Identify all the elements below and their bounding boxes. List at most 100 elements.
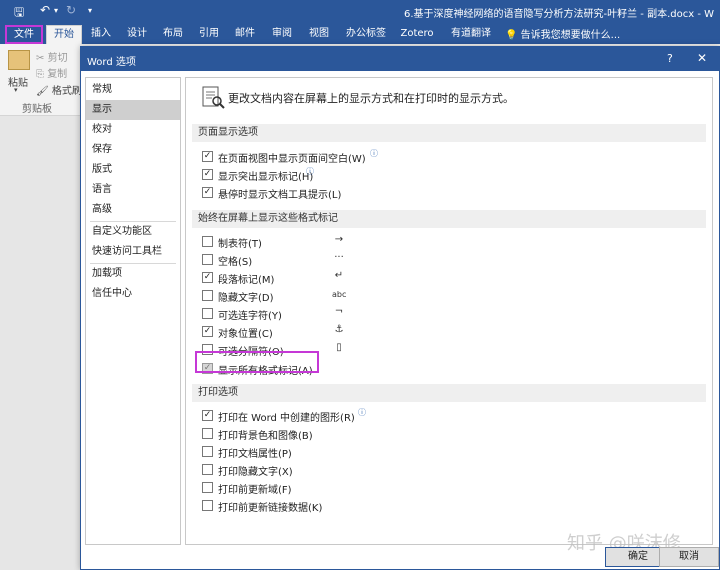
option-label: 显示突出显示标记(H) <box>218 172 314 183</box>
brush-icon: 🖌 <box>36 86 49 97</box>
tab-references[interactable]: 引用 <box>192 25 226 44</box>
option-label: 打印文档属性(P) <box>218 449 292 460</box>
checkbox[interactable]: ✓ <box>202 169 213 180</box>
section-printing: 打印选项 <box>192 384 706 402</box>
option-label: 打印前更新域(F) <box>218 485 292 496</box>
tab-youdao[interactable]: 有道翻译 <box>444 25 498 44</box>
option-label: 对象位置(C) <box>218 329 273 340</box>
help-icon[interactable]: ? <box>667 52 673 65</box>
checkbox[interactable] <box>202 482 213 493</box>
checkbox[interactable] <box>202 254 213 265</box>
tab-review[interactable]: 审阅 <box>264 25 300 44</box>
checkbox[interactable] <box>202 428 213 439</box>
checkbox[interactable] <box>202 446 213 457</box>
copy-button[interactable]: ⎘ 复制 <box>36 65 67 80</box>
category-layout[interactable]: 版式 <box>86 160 180 180</box>
anchor-icon: ⚓ <box>334 324 344 335</box>
checkbox[interactable]: ✓ <box>202 187 213 198</box>
info-icon: ⓘ <box>370 149 378 158</box>
tab-view[interactable]: 视图 <box>302 25 336 44</box>
clipboard-group-label: 剪贴板 <box>22 104 52 115</box>
space-mark-icon: ··· <box>334 252 344 263</box>
option-label: 空格(S) <box>218 257 253 268</box>
option-label: 打印前更新链接数据(K) <box>218 503 323 514</box>
document-title: 6.基于深度神经网络的语音隐写分析方法研究-叶籽兰 - 副本.docx - W <box>403 9 714 20</box>
cancel-button[interactable]: 取消 <box>659 547 719 567</box>
info-icon: ⓘ <box>358 408 366 417</box>
cut-button[interactable]: ✂ 剪切 <box>36 49 68 64</box>
option-label: 打印背景色和图像(B) <box>218 431 313 442</box>
tab-insert[interactable]: 插入 <box>84 25 118 44</box>
paste-dropdown-icon[interactable]: ▾ <box>14 86 18 94</box>
display-page-icon <box>202 86 225 109</box>
category-customize-ribbon[interactable]: 自定义功能区 <box>86 222 180 242</box>
tab-mailings[interactable]: 邮件 <box>228 25 262 44</box>
save-icon[interactable]: 🖫 <box>14 3 24 24</box>
scissors-icon: ✂ <box>36 53 45 64</box>
checkbox[interactable]: ✓ <box>202 410 213 421</box>
tab-home[interactable]: 开始 <box>46 25 82 44</box>
checkbox[interactable] <box>202 290 213 301</box>
highlight-annotation <box>195 351 319 373</box>
display-options-pane: 更改文档内容在屏幕上的显示方式和在打印时的显示方式。 页面显示选项 ✓ 在页面视… <box>185 77 713 545</box>
category-advanced[interactable]: 高级 <box>86 200 180 220</box>
checkbox[interactable] <box>202 500 213 511</box>
option-label: 悬停时显示文档工具提示(L) <box>218 190 342 201</box>
info-icon: ⓘ <box>306 167 314 176</box>
dialog-title: Word 选项 <box>87 57 136 68</box>
break-mark-icon: ▯ <box>336 342 342 353</box>
option-label: 隐藏文字(D) <box>218 293 274 304</box>
paste-button[interactable]: 粘贴 <box>8 74 28 89</box>
hidden-text-icon: abc <box>332 290 347 299</box>
close-icon[interactable]: ✕ <box>697 51 707 65</box>
pane-intro-text: 更改文档内容在屏幕上的显示方式和在打印时的显示方式。 <box>228 92 514 105</box>
undo-dropdown-icon[interactable]: ▾ <box>54 6 58 15</box>
option-label: 打印在 Word 中创建的图形(R) <box>218 413 355 424</box>
option-label: 制表符(T) <box>218 239 262 250</box>
category-proofing[interactable]: 校对 <box>86 120 180 140</box>
copy-icon: ⎘ <box>36 69 44 80</box>
copy-label: 复制 <box>47 69 68 80</box>
category-add-ins[interactable]: 加载项 <box>86 264 180 284</box>
tab-office-tab[interactable]: 办公标签 <box>338 25 394 44</box>
category-quick-access-toolbar[interactable]: 快速访问工具栏 <box>86 242 180 262</box>
tab-zotero[interactable]: Zotero <box>396 25 438 44</box>
section-formatting-marks: 始终在屏幕上显示这些格式标记 <box>192 210 706 228</box>
checkbox[interactable]: ✓ <box>202 272 213 283</box>
word-options-dialog: Word 选项 ? ✕ 常规 显示 校对 保存 版式 语言 高级 自定义功能区 … <box>80 46 720 570</box>
paragraph-mark-icon: ↵ <box>334 270 344 281</box>
option-label: 在页面视图中显示页面间空白(W) <box>218 154 366 165</box>
checkbox[interactable] <box>202 464 213 475</box>
tab-file[interactable]: 文件 <box>5 25 43 44</box>
tab-mark-icon: → <box>334 234 344 245</box>
tab-design[interactable]: 设计 <box>120 25 154 44</box>
category-language[interactable]: 语言 <box>86 180 180 200</box>
category-display[interactable]: 显示 <box>86 100 180 120</box>
option-label: 打印隐藏文字(X) <box>218 467 293 478</box>
paste-icon[interactable] <box>8 50 30 70</box>
hyphen-mark-icon: ¬ <box>334 306 344 317</box>
option-label: 可选连字符(Y) <box>218 311 282 322</box>
ribbon-tabs: 文件 开始 插入 设计 布局 引用 邮件 审阅 视图 办公标签 Zotero 有… <box>0 22 720 44</box>
checkbox[interactable] <box>202 236 213 247</box>
option-label: 段落标记(M) <box>218 275 275 286</box>
format-painter-button[interactable]: 🖌 格式刷 <box>36 82 82 97</box>
customize-toolbar-icon[interactable]: ▾ <box>88 6 92 15</box>
category-save[interactable]: 保存 <box>86 140 180 160</box>
undo-icon[interactable]: ↶ <box>40 3 50 17</box>
cut-label: 剪切 <box>47 53 68 64</box>
dialog-title-bar: Word 选项 ? ✕ <box>81 47 719 71</box>
checkbox[interactable]: ✓ <box>202 151 213 162</box>
title-bar: 🖫 ↶ ▾ ↻ ▾ 6.基于深度神经网络的语音隐写分析方法研究-叶籽兰 - 副本… <box>0 0 720 22</box>
tell-me-search[interactable]: 💡 告诉我您想要做什么... <box>505 26 620 41</box>
checkbox[interactable] <box>202 308 213 319</box>
redo-icon[interactable]: ↻ <box>66 3 76 17</box>
tab-layout[interactable]: 布局 <box>156 25 190 44</box>
section-page-display: 页面显示选项 <box>192 124 706 142</box>
category-list: 常规 显示 校对 保存 版式 语言 高级 自定义功能区 快速访问工具栏 加载项 … <box>85 77 181 545</box>
format-painter-label: 格式刷 <box>51 86 82 97</box>
checkbox[interactable]: ✓ <box>202 326 213 337</box>
tell-me-text: 告诉我您想要做什么... <box>520 30 621 41</box>
category-trust-center[interactable]: 信任中心 <box>86 284 180 304</box>
category-general[interactable]: 常规 <box>86 80 180 100</box>
